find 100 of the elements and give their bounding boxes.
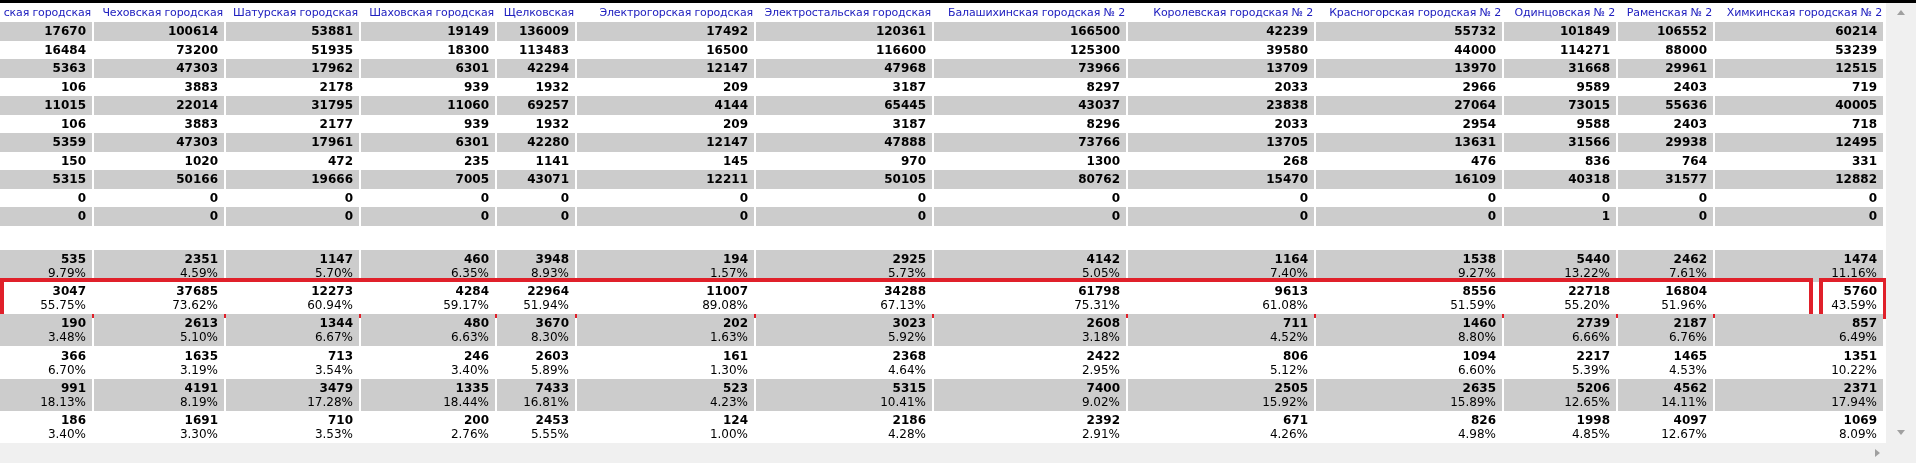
column-header[interactable]: Балашихинская городская № 2 (934, 3, 1126, 22)
table-cell: 27064 (1316, 96, 1502, 115)
count-value: 2608 (1086, 316, 1120, 331)
share-value: 6.35% (450, 265, 489, 280)
count-value: 22964 (527, 283, 569, 298)
share-value: 5.39% (1571, 362, 1610, 377)
share-value: 4.53% (1668, 362, 1707, 377)
vertical-scrollbar[interactable] (1886, 3, 1916, 443)
count-value: 2739 (1576, 316, 1610, 331)
column-header[interactable]: Королевская городская № 2 (1128, 3, 1314, 22)
table-cell: 5363 (0, 59, 92, 78)
column-header[interactable]: Электрогорская городская (577, 3, 754, 22)
scroll-up-icon[interactable] (1897, 9, 1905, 17)
count-value: 124 (722, 413, 748, 428)
table-cell: 65445 (756, 96, 932, 115)
count-value: 4191 (184, 380, 218, 395)
count-value: 1069 (1843, 413, 1877, 428)
share-value: 4.85% (1571, 427, 1610, 442)
column-header[interactable]: Щелковская (497, 3, 575, 22)
share-value: 15.89% (1450, 394, 1496, 409)
table-cell: 13709 (1128, 59, 1314, 78)
share-value: 4.59% (179, 265, 218, 280)
count-value: 2462 (1673, 251, 1707, 266)
table-cell: 120361 (756, 22, 932, 41)
count-value: 2453 (535, 413, 569, 428)
share-value: 8.09% (1838, 427, 1877, 442)
count-value: 3479 (319, 380, 353, 395)
share-value: 6.76% (1668, 330, 1707, 345)
column-header[interactable]: Шаховская городская (361, 3, 495, 22)
table-cell: 47968 (756, 59, 932, 78)
table-cell: 69257 (497, 96, 575, 115)
share-value: 3.40% (450, 362, 489, 377)
table-cell: 47888 (756, 133, 932, 152)
share-value: 5.10% (179, 330, 218, 345)
column-header[interactable]: Красногорская городская № 2 (1316, 3, 1502, 22)
share-value: 6.70% (47, 362, 86, 377)
table-cell: 50166 (94, 170, 224, 189)
table-cell: 17492 (577, 22, 754, 41)
table-cell: 50105 (756, 170, 932, 189)
column-header[interactable]: ская городская (0, 3, 92, 22)
scroll-down-icon[interactable] (1897, 429, 1905, 437)
table-cell: 0 (1316, 207, 1502, 226)
table-cell: 12147 (577, 133, 754, 152)
share-value: 3.18% (1081, 330, 1120, 345)
share-value: 2.95% (1081, 362, 1120, 377)
table-cell: 22014 (94, 96, 224, 115)
count-value: 2635 (1462, 380, 1496, 395)
share-value: 51.94% (523, 297, 569, 312)
count-value: 1164 (1274, 251, 1308, 266)
share-value: 17.94% (1831, 394, 1877, 409)
table-cell: 12515 (1715, 59, 1883, 78)
share-value: 10.22% (1831, 362, 1877, 377)
share-value: 9.02% (1081, 394, 1120, 409)
column-header[interactable]: Раменская № 2 (1618, 3, 1713, 22)
count-value: 2371 (1843, 380, 1877, 395)
share-value: 55.75% (40, 297, 86, 312)
column-header[interactable]: Химкинская городская № 2 (1715, 3, 1883, 22)
count-value: 12273 (311, 283, 353, 298)
column-header[interactable]: Шатурская городская (226, 3, 359, 22)
share-value: 18.13% (40, 394, 86, 409)
table-cell: 53881 (226, 22, 359, 41)
count-value: 11007 (706, 283, 748, 298)
table-cell: 17962 (226, 59, 359, 78)
table-cell: 42280 (497, 133, 575, 152)
table-cell: 40005 (1715, 96, 1883, 115)
count-value: 2613 (184, 316, 218, 331)
horizontal-scrollbar[interactable] (0, 443, 1916, 463)
column-header[interactable]: Электростальская городская (756, 3, 932, 22)
share-value: 12.65% (1564, 394, 1610, 409)
count-value: 8556 (1462, 283, 1496, 298)
share-value: 3.54% (314, 362, 353, 377)
scroll-right-icon[interactable] (1874, 449, 1882, 457)
table-cell: 0 (1128, 207, 1314, 226)
share-value: 89.08% (702, 297, 748, 312)
count-value: 671 (1282, 413, 1308, 428)
table-cell: 12882 (1715, 170, 1883, 189)
share-value: 10.41% (880, 394, 926, 409)
table-cell: 136009 (497, 22, 575, 41)
count-value: 200 (463, 413, 489, 428)
table-cell: 0 (577, 207, 754, 226)
column-header[interactable]: Одинцовская № 2 (1504, 3, 1616, 22)
table-cell: 5359 (0, 133, 92, 152)
share-value: 4.26% (1269, 427, 1308, 442)
count-value: 713 (327, 348, 353, 363)
share-value: 6.67% (314, 330, 353, 345)
share-value: 60.94% (307, 297, 353, 312)
count-value: 1335 (455, 380, 489, 395)
table-cell: 100614 (94, 22, 224, 41)
table-cell: 15470 (1128, 170, 1314, 189)
share-value: 1.30% (709, 362, 748, 377)
count-value: 5315 (892, 380, 926, 395)
share-value: 7.61% (1668, 265, 1707, 280)
count-value: 161 (722, 348, 748, 363)
table-cell: 13970 (1316, 59, 1502, 78)
count-value: 2505 (1274, 380, 1308, 395)
share-value: 5.05% (1081, 265, 1120, 280)
count-value: 16804 (1665, 283, 1707, 298)
column-header[interactable]: Чеховская городская (94, 3, 224, 22)
table-cell: 7005 (361, 170, 495, 189)
table-cell: 73015 (1504, 96, 1616, 115)
